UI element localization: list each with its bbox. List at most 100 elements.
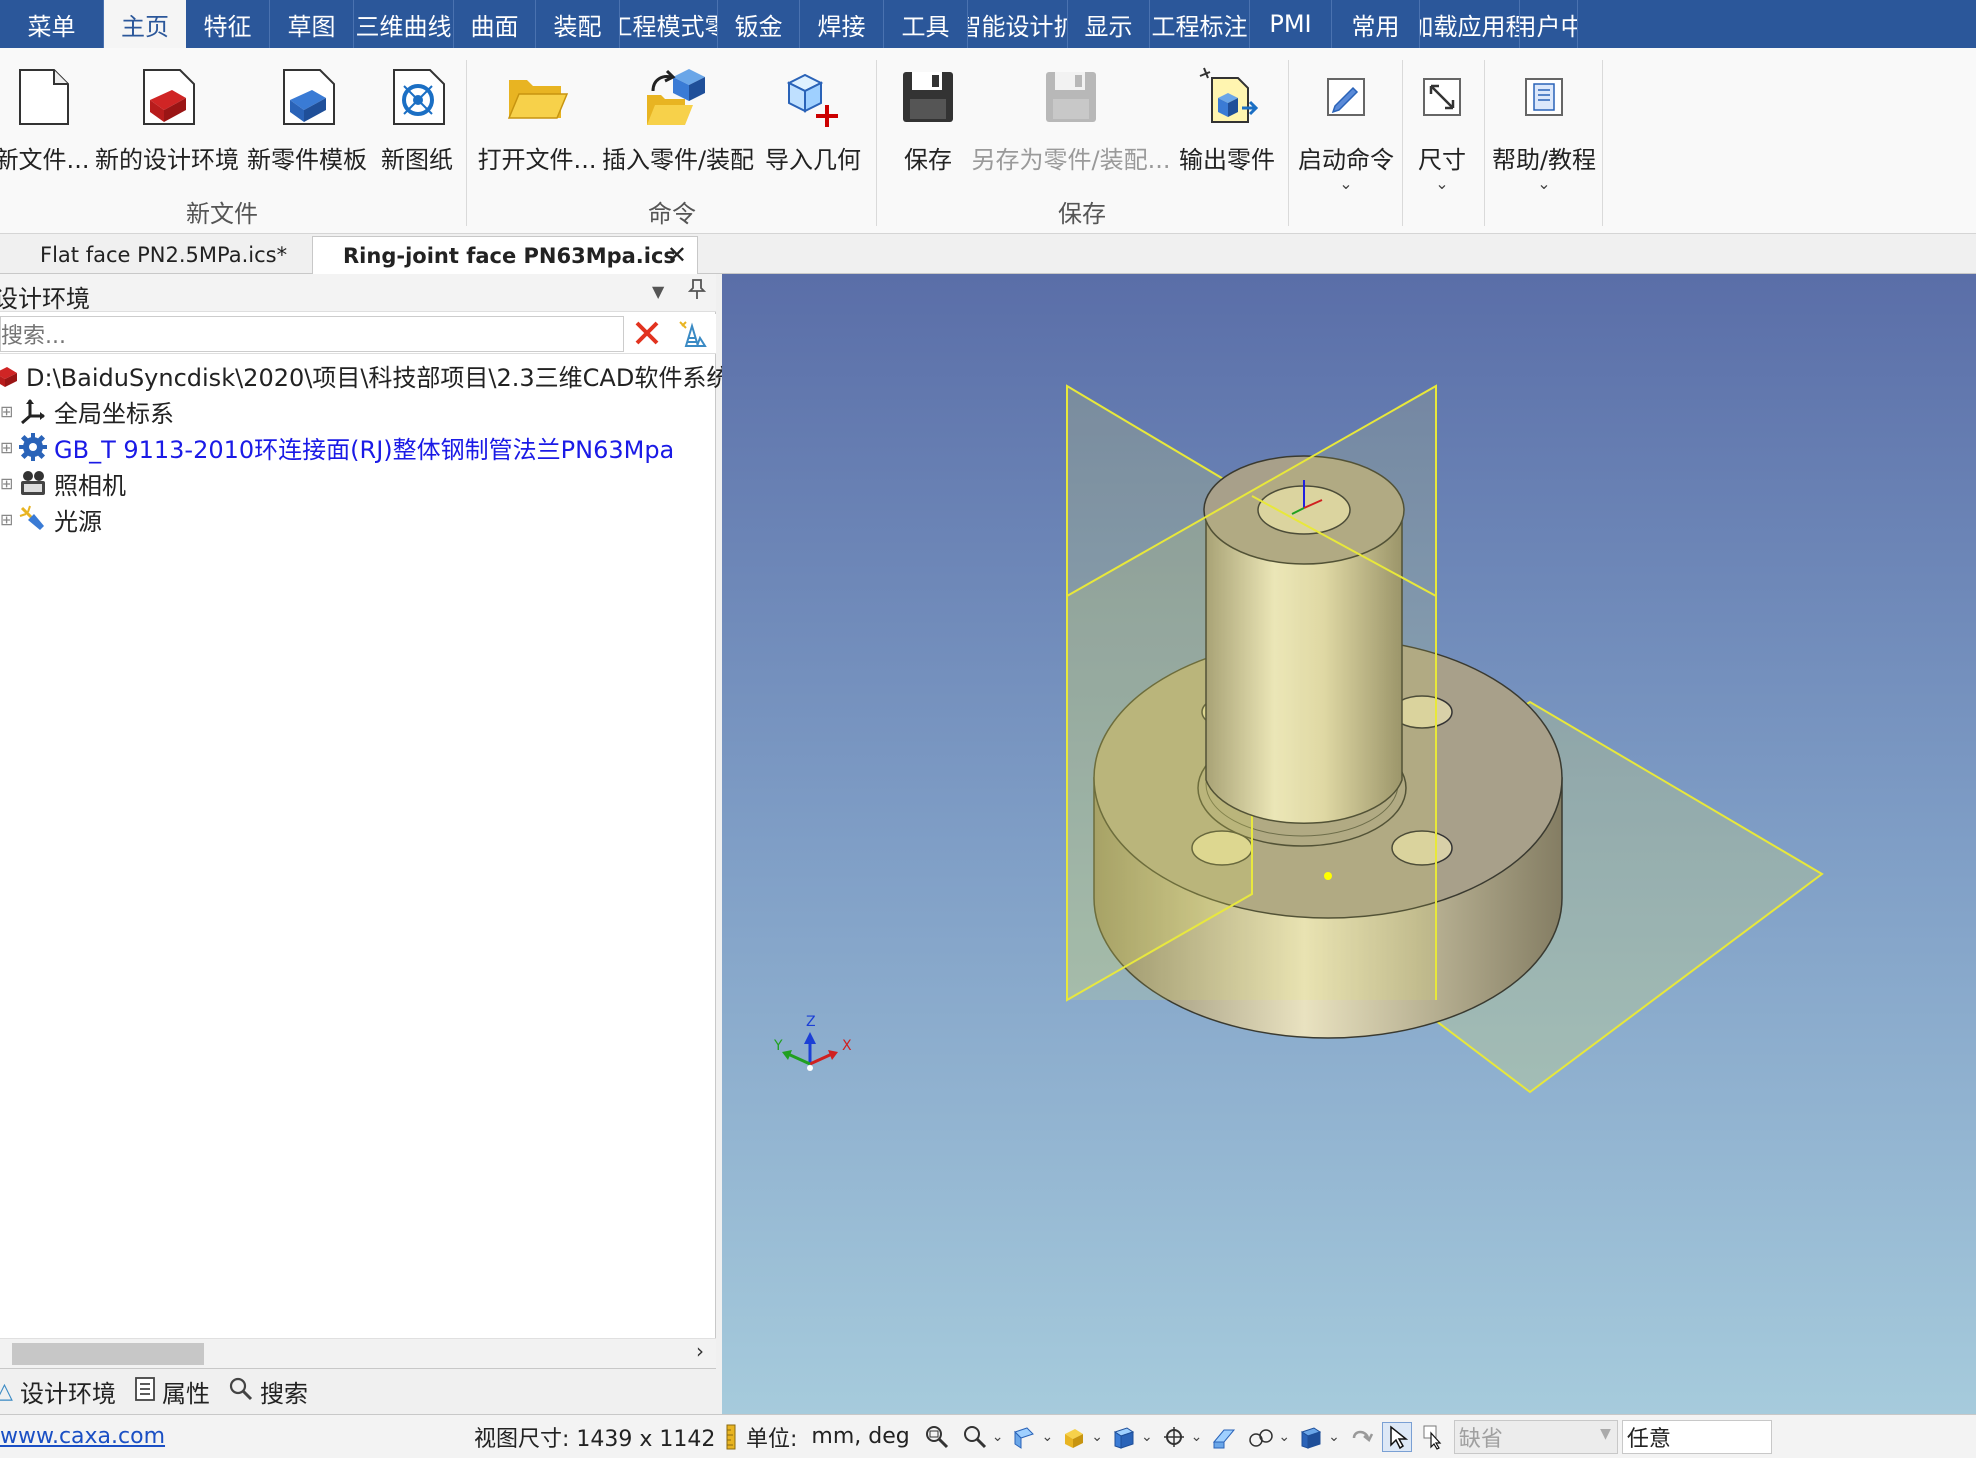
dimension-button[interactable]: 尺寸 ⌄: [1404, 60, 1480, 193]
new-part-template-button[interactable]: 新零件模板: [244, 60, 370, 175]
chevron-down-icon[interactable]: ⌄: [1141, 1429, 1153, 1445]
ribbon-separator: [466, 60, 467, 226]
expand-icon[interactable]: ⊞: [0, 510, 13, 529]
tab-home[interactable]: 主页: [104, 0, 186, 48]
insert-part-button[interactable]: 插入零件/装配: [600, 60, 756, 175]
undo-view-icon[interactable]: [1346, 1422, 1376, 1452]
pin-icon[interactable]: [687, 278, 707, 304]
group-label-save: 保存: [1058, 200, 1106, 228]
unit-selector[interactable]: 单位: mm, deg: [716, 1421, 922, 1453]
tab-menu[interactable]: 菜单: [0, 0, 104, 48]
section-view-icon[interactable]: [1159, 1422, 1189, 1452]
scroll-right-icon[interactable]: ›: [696, 1339, 704, 1363]
floppy-disk-icon: [891, 60, 965, 134]
document-tab-bar: Flat face PN2.5MPa.ics* Ring-joint face …: [0, 234, 1976, 274]
panel-header: 设计环境 ▼: [0, 274, 716, 313]
tab-weld[interactable]: 焊接: [800, 0, 884, 48]
display-cube-icon[interactable]: [1109, 1422, 1139, 1452]
panel-dropdown-icon[interactable]: ▼: [652, 282, 664, 301]
clear-search-icon[interactable]: [632, 318, 662, 352]
chevron-down-icon[interactable]: ⌄: [1041, 1429, 1053, 1445]
tab-3d-curve[interactable]: 三维曲线: [354, 0, 454, 48]
select-arrow-icon[interactable]: [1381, 1421, 1412, 1452]
panel-tab-design-env[interactable]: △ 设计环境: [0, 1374, 116, 1409]
tab-smart-design[interactable]: 智能设计扩: [968, 0, 1068, 48]
zoom-icon[interactable]: [960, 1422, 990, 1452]
tab-sketch[interactable]: 草图: [270, 0, 354, 48]
export-part-icon: [1190, 60, 1264, 134]
tree-item-camera[interactable]: ⊞ 照相机: [0, 466, 126, 500]
tab-assembly[interactable]: 装配: [536, 0, 620, 48]
chevron-down-icon[interactable]: ⌄: [1278, 1429, 1290, 1445]
tab-tools[interactable]: 工具: [884, 0, 968, 48]
tab-common[interactable]: 常用: [1332, 0, 1420, 48]
save-as-part-button: 另存为零件/装配...: [972, 60, 1171, 175]
tab-features[interactable]: 特征: [186, 0, 270, 48]
save-button[interactable]: 保存: [886, 60, 970, 175]
chevron-down-icon[interactable]: ⌄: [1191, 1429, 1203, 1445]
ribbon-separator: [1602, 60, 1603, 226]
tree-item-root[interactable]: D:\BaiduSyncdisk\2020\项目\科技部项目\2.3三维CAD软…: [0, 358, 738, 392]
axis-label-y: Y: [773, 1038, 783, 1054]
ribbon-separator: [1288, 60, 1289, 226]
filter-tree-icon[interactable]: [676, 318, 708, 354]
tab-surface[interactable]: 曲面: [454, 0, 536, 48]
tree-item-global-coords[interactable]: ⊞ 全局坐标系: [0, 394, 174, 428]
filter-value-field[interactable]: 任意: [1621, 1419, 1772, 1454]
panel-tab-search[interactable]: 搜索: [228, 1374, 308, 1409]
tree-search-input[interactable]: [0, 316, 624, 352]
doc-tab-ring-joint[interactable]: Ring-joint face PN63Mpa.ics ✕: [312, 236, 698, 274]
zoom-window-icon[interactable]: [922, 1422, 952, 1452]
horizontal-scrollbar[interactable]: ›: [0, 1338, 716, 1368]
origin-point[interactable]: [1324, 872, 1332, 880]
panel-bottom-tabs: △ 设计环境 属性 搜索: [0, 1368, 716, 1414]
chevron-down-icon[interactable]: ⌄: [1091, 1429, 1103, 1445]
tree-item-light[interactable]: ⊞ 光源: [0, 502, 102, 536]
launch-command-button[interactable]: 启动命令 ⌄: [1294, 60, 1398, 193]
import-geometry-button[interactable]: 导入几何: [760, 60, 866, 175]
new-file-button[interactable]: 新文件...: [0, 60, 89, 175]
default-select-dropdown: 缺省 ▼: [1453, 1419, 1618, 1454]
chevron-down-icon[interactable]: ⌄: [992, 1429, 1004, 1445]
new-drawing-icon: [380, 60, 454, 134]
tab-load-apps[interactable]: 加载应用程: [1420, 0, 1520, 48]
tree-item-flange-part[interactable]: ⊞ GB_T 9113-2010环连接面(RJ)整体钢制管法兰PN63Mpa: [0, 430, 674, 464]
tab-pmi[interactable]: PMI: [1250, 0, 1332, 48]
view-orient-icon[interactable]: [1009, 1422, 1039, 1452]
ribbon-separator: [1484, 60, 1485, 226]
help-tutorial-button[interactable]: 帮助/教程 ⌄: [1488, 60, 1600, 192]
ribbon-panel: 新文件... 新的设计环境 新零件模板 新图纸 新文件 打开文件... 插入零件…: [0, 48, 1976, 234]
tab-sheet-metal[interactable]: 钣金: [718, 0, 800, 48]
doc-tab-flat-face[interactable]: Flat face PN2.5MPa.ics*: [40, 236, 290, 274]
plane-view-icon[interactable]: [1208, 1422, 1238, 1452]
expand-icon[interactable]: ⊞: [0, 438, 13, 457]
expand-icon[interactable]: ⊞: [0, 402, 13, 421]
box-select-icon[interactable]: [1296, 1422, 1326, 1452]
axis-label-x: X: [842, 1038, 852, 1054]
shading-mode-icon[interactable]: [1059, 1422, 1089, 1452]
new-design-env-button[interactable]: 新的设计环境: [92, 60, 242, 175]
chevron-down-icon: ⌄: [1339, 174, 1353, 193]
magnifier-icon: [228, 1376, 254, 1408]
expand-icon[interactable]: ⊞: [0, 474, 13, 493]
tab-engineering-mode[interactable]: 工程模式零: [620, 0, 718, 48]
render-style-icon[interactable]: [1246, 1422, 1276, 1452]
tab-annotation[interactable]: 工程标注: [1150, 0, 1250, 48]
panel-search-row: [0, 314, 716, 354]
3d-viewport[interactable]: Z Y X: [722, 274, 1976, 1414]
chevron-down-icon[interactable]: ⌄: [1328, 1429, 1340, 1445]
ribbon-tab-bar: 菜单 主页 特征 草图 三维曲线 曲面 装配 工程模式零 钣金 焊接 工具 智能…: [0, 0, 1976, 48]
scrollbar-thumb[interactable]: [12, 1343, 204, 1365]
ruler-icon: [716, 1422, 746, 1452]
caxa-link[interactable]: www.caxa.com: [0, 1424, 474, 1449]
open-file-button[interactable]: 打开文件...: [478, 60, 596, 175]
export-part-button[interactable]: 输出零件: [1172, 60, 1282, 175]
panel-tab-properties[interactable]: 属性: [134, 1374, 210, 1409]
tab-user-center[interactable]: 用户中: [1520, 0, 1578, 48]
new-drawing-button[interactable]: 新图纸: [374, 60, 460, 175]
select-filter-icon[interactable]: [1418, 1422, 1448, 1452]
tab-display[interactable]: 显示: [1068, 0, 1150, 48]
close-tab-icon[interactable]: ✕: [667, 241, 687, 269]
new-part-template-icon: [270, 60, 344, 134]
chevron-down-icon: ⌄: [1435, 174, 1449, 193]
